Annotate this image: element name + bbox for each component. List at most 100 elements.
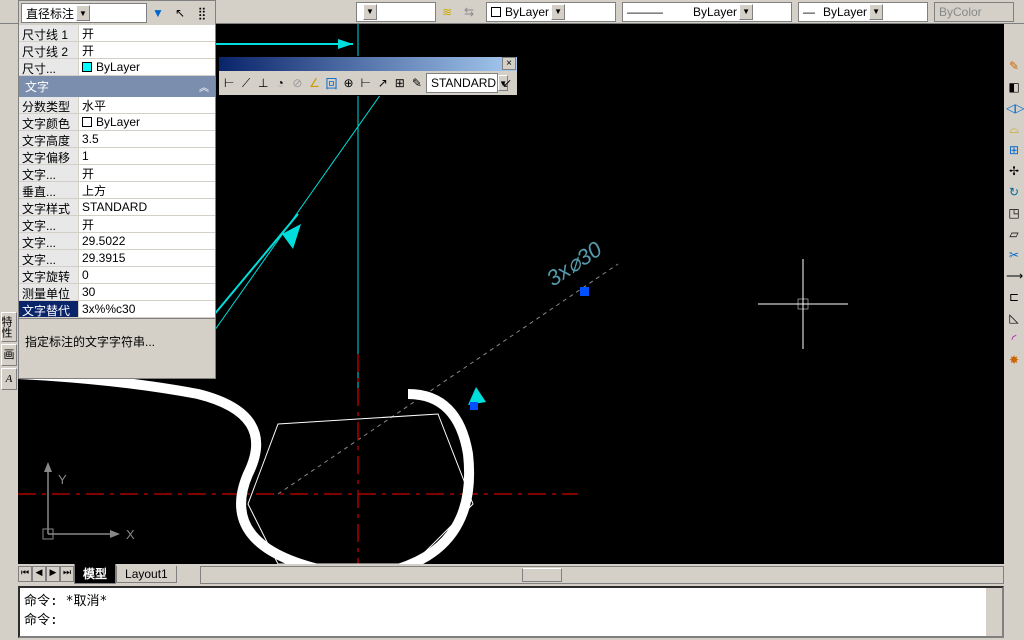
scale-icon[interactable]: ◳ <box>1005 204 1023 222</box>
props-row[interactable]: 垂直...上方 <box>19 182 215 199</box>
props-value[interactable]: 开 <box>79 165 215 181</box>
props-row[interactable]: 尺寸...ByLayer <box>19 59 215 76</box>
dim-tolerance-icon[interactable]: ⊞ <box>393 73 407 93</box>
eraser-icon[interactable]: ◧ <box>1005 78 1023 96</box>
props-row[interactable]: 尺寸线 1开 <box>19 25 215 42</box>
trim-icon[interactable]: ✂ <box>1005 246 1023 264</box>
dimension-toolbar[interactable]: × ⊢ ⟋ ⊥ ◔ ⊘ ∠ 回 ⊕ ⊢ ↗ ⊞ ✎ STANDARD ▼ ↙ <box>218 56 518 96</box>
filter-icon[interactable]: ▼ <box>148 3 168 23</box>
props-value[interactable]: STANDARD <box>79 199 215 215</box>
props-row[interactable]: 测量单位30 <box>19 284 215 301</box>
props-value[interactable]: 上方 <box>79 182 215 198</box>
mirror-icon[interactable]: ◁▷ <box>1005 99 1023 117</box>
color-dropdown[interactable]: ByLayer ▼ <box>486 2 616 22</box>
dim-leader-icon[interactable]: ↗ <box>376 73 390 93</box>
props-object-dropdown[interactable]: 直径标注 ▼ <box>21 3 147 23</box>
dim-radius-icon[interactable]: ◔ <box>273 73 287 93</box>
props-row[interactable]: 文字...开 <box>19 216 215 233</box>
tab-last-icon[interactable]: ⏭ <box>60 566 74 582</box>
grip-handle[interactable] <box>470 402 478 410</box>
chamfer-icon[interactable]: ◺ <box>1005 309 1023 327</box>
props-row[interactable]: 文字...29.5022 <box>19 233 215 250</box>
tab-prev-icon[interactable]: ◀ <box>32 566 46 582</box>
props-value[interactable]: ByLayer <box>79 114 215 130</box>
props-row[interactable]: 分数类型水平 <box>19 97 215 114</box>
extend-icon[interactable]: ⟶ <box>1005 267 1023 285</box>
props-key: 尺寸线 2 <box>19 42 79 58</box>
move-icon[interactable]: ✢ <box>1005 162 1023 180</box>
dim-style-dropdown[interactable]: STANDARD ▼ <box>426 73 498 93</box>
props-value[interactable]: 29.5022 <box>79 233 215 249</box>
rotate-icon[interactable]: ↻ <box>1005 183 1023 201</box>
dim-ordinate-icon[interactable]: ⊥ <box>256 73 270 93</box>
props-row[interactable]: 文字样式STANDARD <box>19 199 215 216</box>
info-icon[interactable]: 画 <box>1 344 17 366</box>
dim-baseline-icon[interactable]: ⊕ <box>342 73 356 93</box>
dim-style-manager-icon[interactable]: ↙ <box>500 73 514 93</box>
polyline-curve <box>18 374 469 564</box>
close-icon[interactable]: × <box>502 57 516 70</box>
props-value[interactable]: 开 <box>79 216 215 232</box>
props-row[interactable]: 文字旋转0 <box>19 267 215 284</box>
chevron-down-icon: ▼ <box>869 4 883 20</box>
props-value[interactable]: 3.5 <box>79 131 215 147</box>
props-row[interactable]: 文字高度3.5 <box>19 131 215 148</box>
offset-icon[interactable]: ⌓ <box>1005 120 1023 138</box>
dim-diameter-icon[interactable]: ⊘ <box>290 73 304 93</box>
props-value[interactable]: ByLayer <box>79 59 215 75</box>
layer-manager-icon[interactable]: ≋ <box>437 2 457 22</box>
plotstyle-label: ByColor <box>939 5 982 19</box>
props-value[interactable]: 1 <box>79 148 215 164</box>
scrollbar-thumb[interactable] <box>522 568 562 582</box>
props-value[interactable]: 开 <box>79 42 215 58</box>
props-row[interactable]: 文字偏移1 <box>19 148 215 165</box>
tab-layout1[interactable]: Layout1 <box>116 566 177 583</box>
lineweight-dropdown[interactable]: — ByLayer ▼ <box>798 2 928 22</box>
quick-select-icon[interactable]: ↖ <box>170 3 190 23</box>
arrow-icon <box>282 224 301 249</box>
props-value[interactable]: 29.3915 <box>79 250 215 266</box>
fillet-icon[interactable]: ◜ <box>1005 330 1023 348</box>
layer-previous-icon[interactable]: ⇆ <box>459 2 479 22</box>
chevron-down-icon: ▼ <box>363 4 377 20</box>
explode-icon[interactable]: ✸ <box>1005 351 1023 369</box>
horizontal-scrollbar[interactable] <box>200 566 1004 584</box>
stretch-icon[interactable]: ▱ <box>1005 225 1023 243</box>
props-value[interactable]: 开 <box>79 25 215 41</box>
props-row[interactable]: 文字...开 <box>19 165 215 182</box>
props-key: 文字... <box>19 250 79 266</box>
dim-linear-icon[interactable]: ⊢ <box>222 73 236 93</box>
props-section-header-text[interactable]: 文字 <box>19 76 215 97</box>
props-row[interactable]: 文字颜色ByLayer <box>19 114 215 131</box>
dim-aligned-icon[interactable]: ⟋ <box>239 73 253 93</box>
tab-first-icon[interactable]: ⏮ <box>18 566 32 582</box>
array-icon[interactable]: ⊞ <box>1005 141 1023 159</box>
props-value[interactable]: 水平 <box>79 97 215 113</box>
props-value[interactable]: 3x%%c30 <box>79 301 215 317</box>
text-a-icon[interactable]: A <box>1 368 17 390</box>
layer-dropdown[interactable]: ▼ <box>356 2 436 22</box>
linetype-dropdown[interactable]: ——— ByLayer ▼ <box>622 2 792 22</box>
select-objects-icon[interactable]: ⣿ <box>192 3 212 23</box>
dim-center-icon[interactable]: ✎ <box>410 73 424 93</box>
props-row[interactable]: 尺寸线 2开 <box>19 42 215 59</box>
command-prompt-line: 命令: <box>24 609 998 628</box>
dim-quick-icon[interactable]: 回 <box>324 73 338 93</box>
command-scrollbar[interactable] <box>986 588 1002 636</box>
paintbrush-icon[interactable]: ✎ <box>1005 57 1023 75</box>
dim-angular-icon[interactable]: ∠ <box>307 73 321 93</box>
tab-model[interactable]: 模型 <box>74 564 116 584</box>
break-icon[interactable]: ⊏ <box>1005 288 1023 306</box>
props-row[interactable]: 文字替代3x%%c30 <box>19 301 215 318</box>
props-value[interactable]: 30 <box>79 284 215 300</box>
dim-continue-icon[interactable]: ⊢ <box>359 73 373 93</box>
properties-tab-icon[interactable]: 特性 <box>1 312 17 342</box>
dimension-toolbar-titlebar[interactable] <box>219 57 517 71</box>
command-line[interactable]: 命令: *取消* 命令: <box>18 586 1004 638</box>
tab-next-icon[interactable]: ▶ <box>46 566 60 582</box>
props-row[interactable]: 文字...29.3915 <box>19 250 215 267</box>
props-value[interactable]: 0 <box>79 267 215 283</box>
grip-handle[interactable] <box>580 287 589 296</box>
plotstyle-dropdown: ByColor <box>934 2 1014 22</box>
properties-panel: 直径标注 ▼ ▼ ↖ ⣿ 尺寸线 1开尺寸线 2开尺寸...ByLayer 文字… <box>18 0 216 379</box>
